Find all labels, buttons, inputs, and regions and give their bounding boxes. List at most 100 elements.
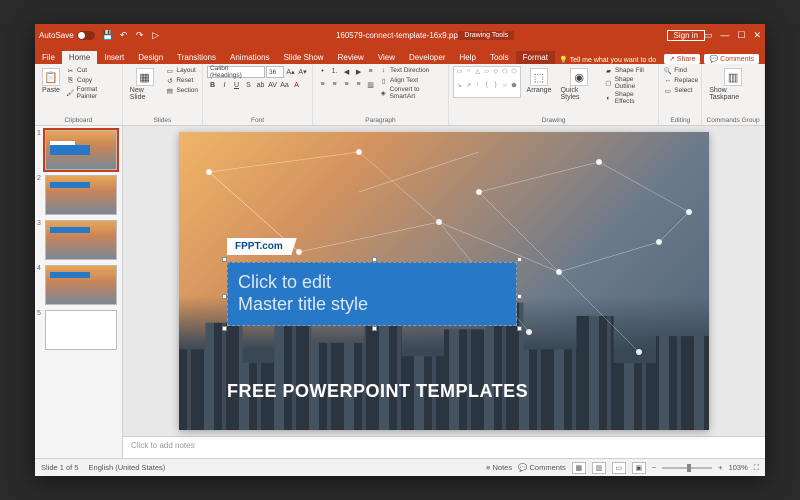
copy-button[interactable]: ⎘Copy: [66, 76, 118, 85]
tab-view[interactable]: View: [371, 51, 402, 64]
tab-transitions[interactable]: Transitions: [170, 51, 223, 64]
arrange-icon: ⬚: [530, 68, 548, 86]
tab-design[interactable]: Design: [131, 51, 170, 64]
share-button[interactable]: ↗ Share: [664, 54, 701, 64]
tab-home[interactable]: Home: [62, 51, 97, 64]
cut-button[interactable]: ✂Cut: [66, 66, 118, 75]
align-text-button[interactable]: ▯Align Text: [379, 76, 444, 85]
align-right-button[interactable]: ≡: [341, 79, 352, 90]
title-placeholder[interactable]: Click to editMaster title style: [227, 262, 517, 326]
line-spacing-button[interactable]: ≡: [365, 66, 376, 77]
layout-icon: ▭: [165, 66, 174, 75]
tab-format[interactable]: Format: [516, 51, 555, 64]
comments-button[interactable]: 💬 Comments: [704, 54, 759, 64]
quick-access-toolbar: 💾 ↶ ↷ ▷: [103, 30, 161, 40]
thumbnail-1[interactable]: 1: [37, 130, 120, 170]
reset-button[interactable]: ↺Reset: [165, 76, 198, 85]
notes-pane[interactable]: Click to add notes: [123, 436, 765, 458]
zoom-slider[interactable]: [662, 467, 712, 469]
normal-view-button[interactable]: ▦: [572, 462, 586, 474]
zoom-out-button[interactable]: −: [652, 463, 656, 472]
group-font: Calibri (Headings) 36 A▴ A▾ B I U S ab A…: [203, 64, 313, 125]
font-name-select[interactable]: Calibri (Headings): [207, 66, 265, 78]
slideshow-view-button[interactable]: ▣: [632, 462, 646, 474]
start-icon[interactable]: ▷: [151, 30, 161, 40]
ribbon-options-icon[interactable]: ▭: [704, 30, 713, 41]
align-left-button[interactable]: ≡: [317, 79, 328, 90]
grow-font-icon[interactable]: A▴: [285, 67, 296, 78]
copy-icon: ⎘: [66, 76, 75, 85]
minimize-icon[interactable]: —: [720, 30, 729, 41]
sign-in-button[interactable]: Sign in: [667, 30, 705, 41]
redo-icon[interactable]: ↷: [135, 30, 145, 40]
slide-canvas[interactable]: FPPT.com Click to editMaster title style…: [123, 126, 765, 436]
zoom-in-button[interactable]: +: [718, 463, 722, 472]
thumbnail-3[interactable]: 3: [37, 220, 120, 260]
thumbnail-4[interactable]: 4: [37, 265, 120, 305]
quick-styles-button[interactable]: ◉Quick Styles: [557, 66, 601, 117]
comments-toggle[interactable]: 💬 Comments: [518, 463, 566, 472]
notes-toggle[interactable]: ≡ Notes: [486, 463, 512, 472]
shape-outline-button[interactable]: ▢Shape Outline: [604, 76, 654, 90]
status-bar: Slide 1 of 5 English (United States) ≡ N…: [35, 458, 765, 476]
bold-button[interactable]: B: [207, 80, 218, 91]
bullets-button[interactable]: •: [317, 66, 328, 77]
underline-button[interactable]: U: [231, 80, 242, 91]
spacing-button[interactable]: AV: [267, 80, 278, 91]
replace-button[interactable]: ↔Replace: [663, 76, 698, 85]
convert-smartart-button[interactable]: ◈Convert to SmartArt: [379, 86, 444, 100]
justify-button[interactable]: ≡: [353, 79, 364, 90]
font-size-select[interactable]: 36: [266, 66, 284, 78]
thumbnail-5[interactable]: 5: [37, 310, 120, 350]
paste-button[interactable]: 📋Paste: [39, 66, 63, 117]
font-color-button[interactable]: A: [291, 80, 302, 91]
shadow-button[interactable]: ab: [255, 80, 266, 91]
tab-file[interactable]: File: [35, 51, 62, 64]
section-button[interactable]: ▤Section: [165, 86, 198, 95]
close-icon[interactable]: ✕: [753, 30, 761, 41]
tab-animations[interactable]: Animations: [223, 51, 277, 64]
language-indicator[interactable]: English (United States): [89, 463, 166, 472]
fill-icon: ▰: [604, 66, 613, 75]
app-window: AutoSave 💾 ↶ ↷ ▷ 160579-connect-template…: [35, 24, 765, 476]
slide-counter[interactable]: Slide 1 of 5: [41, 463, 79, 472]
undo-icon[interactable]: ↶: [119, 30, 129, 40]
watermark-text: FREE POWERPOINT TEMPLATES: [227, 381, 528, 402]
strike-button[interactable]: S: [243, 80, 254, 91]
shrink-font-icon[interactable]: A▾: [297, 67, 308, 78]
select-button[interactable]: ▭Select: [663, 86, 698, 95]
tab-tools[interactable]: Tools: [483, 51, 516, 64]
find-button[interactable]: 🔍Find: [663, 66, 698, 75]
indent-dec-button[interactable]: ◀: [341, 66, 352, 77]
title-text: Click to editMaster title style: [238, 272, 368, 315]
layout-button[interactable]: ▭Layout: [165, 66, 198, 75]
tab-insert[interactable]: Insert: [97, 51, 131, 64]
shape-effects-button[interactable]: ◐Shape Effects: [604, 91, 654, 105]
italic-button[interactable]: I: [219, 80, 230, 91]
sorter-view-button[interactable]: ▥: [592, 462, 606, 474]
indent-inc-button[interactable]: ▶: [353, 66, 364, 77]
align-center-button[interactable]: ≡: [329, 79, 340, 90]
tab-help[interactable]: Help: [453, 51, 483, 64]
show-taskpane-button[interactable]: ▥Show Taskpane: [706, 66, 760, 117]
format-painter-button[interactable]: 🖌Format Painter: [66, 86, 118, 100]
tab-developer[interactable]: Developer: [402, 51, 452, 64]
fit-window-button[interactable]: ⛶: [754, 463, 759, 473]
save-icon[interactable]: 💾: [103, 30, 113, 40]
maximize-icon[interactable]: ☐: [737, 30, 745, 41]
shapes-gallery[interactable]: ▭○△▱◇⬠⬡↘↗↓{}☆⬟: [453, 66, 521, 98]
shape-fill-button[interactable]: ▰Shape Fill: [604, 66, 654, 75]
reading-view-button[interactable]: ▭: [612, 462, 626, 474]
columns-button[interactable]: ▥: [365, 79, 376, 90]
autosave-toggle[interactable]: AutoSave: [39, 31, 95, 40]
tell-me-search[interactable]: 💡Tell me what you want to do: [559, 56, 656, 64]
case-button[interactable]: Aa: [279, 80, 290, 91]
text-direction-button[interactable]: ↕Text Direction: [379, 66, 444, 75]
zoom-level[interactable]: 103%: [729, 463, 748, 472]
tab-review[interactable]: Review: [331, 51, 371, 64]
new-slide-button[interactable]: ▦New Slide: [127, 66, 163, 117]
tab-slideshow[interactable]: Slide Show: [277, 51, 331, 64]
arrange-button[interactable]: ⬚Arrange: [524, 66, 555, 117]
thumbnail-2[interactable]: 2: [37, 175, 120, 215]
numbering-button[interactable]: 1.: [329, 66, 340, 77]
